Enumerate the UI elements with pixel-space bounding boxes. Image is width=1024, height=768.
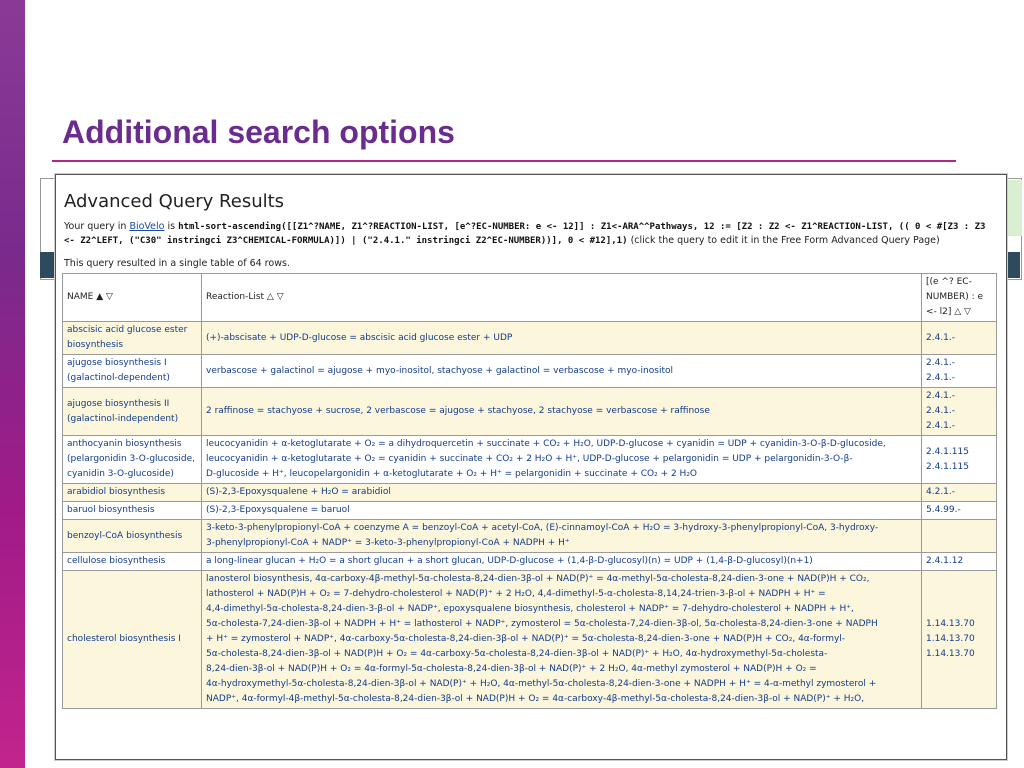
table-row: benzoyl-CoA biosynthesis 3-keto-3-phenylp…: [62, 519, 997, 553]
ec-number-link[interactable]: 2.4.1.12: [926, 554, 992, 569]
panel-heading: Advanced Query Results: [64, 191, 285, 212]
query-is: is: [167, 221, 176, 232]
ec-number-link[interactable]: 2.4.1.-: [926, 389, 992, 404]
ec-number-link[interactable]: 5.4.99.-: [926, 503, 992, 518]
reaction-list-cell: leucocyanidin + α-ketoglutarate + O₂ = a…: [201, 435, 922, 484]
ec-number-cell: 2.4.1.- 2.4.1.- 2.4.1.-: [921, 387, 997, 436]
reaction-text[interactable]: leucocyanidin + α-ketoglutarate + O₂ = a…: [206, 437, 917, 452]
title-divider: [52, 160, 956, 162]
reaction-text[interactable]: 3-phenylpropionyl-CoA + NADP⁺ = 3-keto-3…: [206, 536, 917, 551]
ec-number-cell: 2.4.1.115 2.4.1.115: [921, 435, 997, 484]
pathway-name-cell[interactable]: ajugose biosynthesis II (galactinol-inde…: [62, 387, 202, 436]
pathway-name-cell[interactable]: cholesterol biosynthesis I: [62, 570, 202, 709]
pathway-name-cell[interactable]: arabidiol biosynthesis: [62, 483, 202, 502]
ec-number-link[interactable]: 4.2.1.-: [926, 485, 992, 500]
slide-left-bar: [0, 0, 25, 768]
table-row: abscisic acid glucose ester biosynthesis…: [62, 321, 997, 355]
table-row: arabidiol biosynthesis (S)-2,3-Epoxysqual…: [62, 483, 997, 502]
table-row: ajugose biosynthesis II (galactinol-inde…: [62, 387, 997, 436]
query-results-panel: Advanced Query Results Your query in Bio…: [55, 174, 1007, 760]
reaction-text[interactable]: 4,4-dimethyl-5α-cholesta-8,24-dien-3-β-o…: [206, 602, 917, 617]
reaction-list-cell: (+)-abscisate + UDP-D-glucose = abscisic…: [201, 321, 922, 355]
ec-number-link[interactable]: 1.14.13.70: [926, 647, 992, 662]
query-prefix: Your query in: [64, 221, 127, 232]
reaction-list-cell: a long-linear glucan + H₂O = a short glu…: [201, 552, 922, 571]
ec-number-link[interactable]: 2.4.1.-: [926, 331, 992, 346]
reaction-text[interactable]: 3-keto-3-phenylpropionyl-CoA + coenzyme …: [206, 521, 917, 536]
reaction-list-cell: verbascose + galactinol = ajugose + myo-…: [201, 354, 922, 388]
reaction-text[interactable]: (+)-abscisate + UDP-D-glucose = abscisic…: [206, 331, 917, 346]
column-header-name[interactable]: NAME ▲ ▽: [62, 273, 202, 322]
reaction-text[interactable]: 8,24-dien-3β-ol + NAD(P)H + O₂ = 4α-form…: [206, 662, 917, 677]
table-row: cellulose biosynthesis a long-linear gluc…: [62, 552, 997, 571]
reaction-list-cell: 2 raffinose = stachyose + sucrose, 2 ver…: [201, 387, 922, 436]
pathway-name-cell[interactable]: cellulose biosynthesis: [62, 552, 202, 571]
pathway-name-cell[interactable]: anthocyanin biosynthesis (pelargonidin 3…: [62, 435, 202, 484]
biovelo-link[interactable]: BioVelo: [129, 221, 164, 232]
ec-number-cell: 5.4.99.-: [921, 501, 997, 520]
reaction-text[interactable]: (S)-2,3-Epoxysqualene + H₂O = arabidiol: [206, 485, 917, 500]
column-header-reactions[interactable]: Reaction-List △ ▽: [201, 273, 922, 322]
reaction-text[interactable]: (S)-2,3-Epoxysqualene = baruol: [206, 503, 917, 518]
reaction-text[interactable]: lanosterol biosynthesis, 4α-carboxy-4β-m…: [206, 572, 917, 587]
pathway-name-cell[interactable]: ajugose biosynthesis I (galactinol-depen…: [62, 354, 202, 388]
ec-number-cell: 2.4.1.- 2.4.1.-: [921, 354, 997, 388]
reaction-text[interactable]: + H⁺ = zymosterol + NADP⁺, 4α-carboxy-5α…: [206, 632, 917, 647]
ec-number-link[interactable]: 1.14.13.70: [926, 617, 992, 632]
ec-number-link[interactable]: 2.4.1.115: [926, 445, 992, 460]
table-row: anthocyanin biosynthesis (pelargonidin 3…: [62, 435, 997, 484]
reaction-list-cell: (S)-2,3-Epoxysqualene = baruol: [201, 501, 922, 520]
reaction-list-cell: 3-keto-3-phenylpropionyl-CoA + coenzyme …: [201, 519, 922, 553]
ec-number-cell: [921, 519, 997, 553]
table-header-row: NAME ▲ ▽ Reaction-List △ ▽ [(e ^? EC-NUM…: [62, 273, 997, 322]
reaction-list-cell: (S)-2,3-Epoxysqualene + H₂O = arabidiol: [201, 483, 922, 502]
ec-number-link[interactable]: 2.4.1.-: [926, 419, 992, 434]
result-count-note: This query resulted in a single table of…: [64, 258, 290, 269]
reaction-text[interactable]: D-glucoside + H⁺, leucopelargonidin + α-…: [206, 467, 917, 482]
reaction-text[interactable]: 4α-hydroxymethyl-5α-cholesta-8,24-dien-3…: [206, 677, 917, 692]
reaction-text[interactable]: 5α-cholesta-8,24-dien-3β-ol + NAD(P)H + …: [206, 647, 917, 662]
table-row: baruol biosynthesis (S)-2,3-Epoxysqualene…: [62, 501, 997, 520]
ec-number-link[interactable]: 1.14.13.70: [926, 632, 992, 647]
ec-number-link[interactable]: 2.4.1.-: [926, 404, 992, 419]
pathway-name-cell[interactable]: abscisic acid glucose ester biosynthesis: [62, 321, 202, 355]
reaction-list-cell: lanosterol biosynthesis, 4α-carboxy-4β-m…: [201, 570, 922, 709]
ec-number-link[interactable]: 2.4.1.115: [926, 460, 992, 475]
reaction-text[interactable]: 5α-cholesta-7,24-dien-3β-ol + NADPH + H⁺…: [206, 617, 917, 632]
column-header-ec[interactable]: [(e ^? EC-NUMBER) : e <- l2] △ ▽: [921, 273, 997, 322]
query-suffix: (click the query to edit it in the Free …: [630, 235, 940, 246]
ec-number-cell: 4.2.1.-: [921, 483, 997, 502]
ec-number-cell: 2.4.1.-: [921, 321, 997, 355]
reaction-text[interactable]: leucocyanidin + α-ketoglutarate + O₂ = c…: [206, 452, 917, 467]
table-row: cholesterol biosynthesis I lanosterol bio…: [62, 570, 997, 709]
ec-number-link[interactable]: 2.4.1.-: [926, 356, 992, 371]
ec-number-cell: 2.4.1.12: [921, 552, 997, 571]
pathway-name-cell[interactable]: benzoyl-CoA biosynthesis: [62, 519, 202, 553]
reaction-text[interactable]: verbascose + galactinol = ajugose + myo-…: [206, 364, 917, 379]
ec-number-link[interactable]: 2.4.1.-: [926, 371, 992, 386]
pathway-name-cell[interactable]: baruol biosynthesis: [62, 501, 202, 520]
reaction-text[interactable]: lathosterol + NAD(P)H + O₂ = 7-dehydro-c…: [206, 587, 917, 602]
reaction-text[interactable]: NADP⁺, 4α-formyl-4β-methyl-5α-cholesta-8…: [206, 692, 917, 707]
ec-number-cell: 1.14.13.70 1.14.13.70 1.14.13.70: [921, 570, 997, 709]
table-row: ajugose biosynthesis I (galactinol-depen…: [62, 354, 997, 388]
query-description: Your query in BioVelo is html-sort-ascen…: [64, 220, 998, 248]
slide-title: Additional search options: [62, 114, 455, 150]
reaction-text[interactable]: a long-linear glucan + H₂O = a short glu…: [206, 554, 917, 569]
results-table: NAME ▲ ▽ Reaction-List △ ▽ [(e ^? EC-NUM…: [62, 273, 997, 709]
reaction-text[interactable]: 2 raffinose = stachyose + sucrose, 2 ver…: [206, 404, 917, 419]
